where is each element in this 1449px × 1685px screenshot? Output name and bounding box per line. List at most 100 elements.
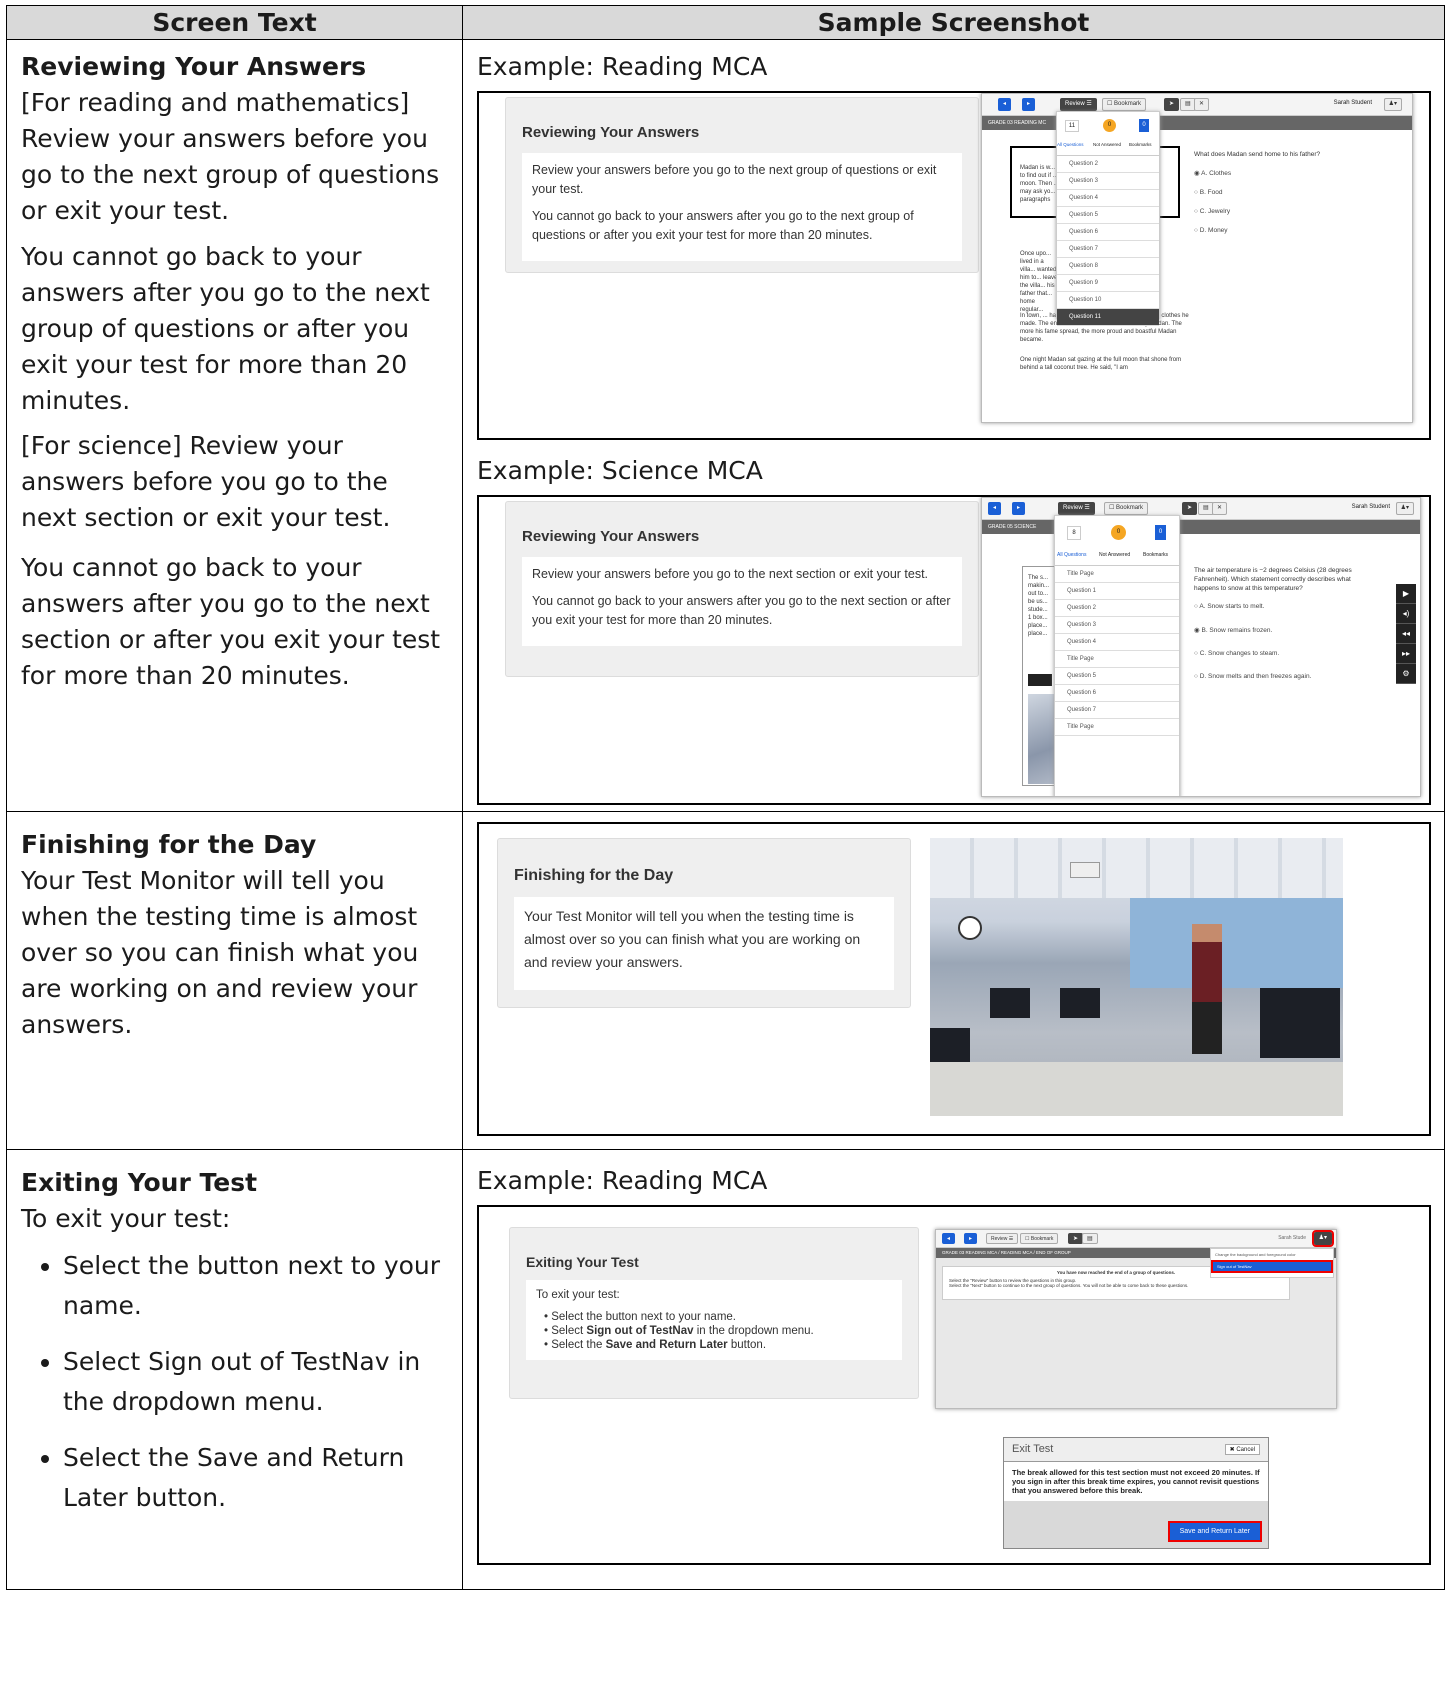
user-menu-button[interactable]: ♟▾ xyxy=(1311,1230,1335,1247)
review-list-item[interactable]: Title Page xyxy=(1055,719,1179,736)
review-list-item[interactable]: Title Page xyxy=(1055,651,1179,668)
review-button[interactable]: Review ☰ xyxy=(1058,502,1095,515)
paragraph: You cannot go back to your answers after… xyxy=(21,553,441,690)
pointer-icon[interactable]: ➤ xyxy=(1068,1233,1084,1244)
tab-bookmarks[interactable]: Bookmarks xyxy=(1143,552,1168,558)
finishing-panel: Finishing for the Day Your Test Monitor … xyxy=(497,838,911,1008)
tab-all-questions[interactable]: All Questions xyxy=(1057,552,1086,558)
review-list-item[interactable]: Question 8 xyxy=(1057,258,1159,275)
instruction-table: Screen Text Sample Screenshot Reviewing … xyxy=(6,5,1445,1590)
answer-option[interactable]: ○ A. Snow starts to melt. xyxy=(1194,603,1354,610)
end-of-group-text: Select the "Next" button to continue to … xyxy=(949,1283,1189,1288)
back-button[interactable]: ◂ xyxy=(942,1233,956,1244)
notes-icon[interactable]: ▤ xyxy=(1082,1233,1098,1244)
reviewing-panel: Reviewing Your Answers Review your answe… xyxy=(505,97,979,273)
classroom-photo xyxy=(930,838,1343,1116)
student-name: Sarah Student xyxy=(1351,504,1390,510)
paragraph: [For science] Review your answers before… xyxy=(21,431,391,532)
all-questions-count: 11 xyxy=(1065,120,1079,132)
review-list-item[interactable]: Question 7 xyxy=(1057,241,1159,258)
review-dropdown[interactable]: 8 0 0 All Questions Not Answered Bookmar… xyxy=(1054,515,1180,796)
answer-option[interactable]: ○ C. Jewelry xyxy=(1194,208,1394,215)
column-header-screen-text: Screen Text xyxy=(6,5,463,40)
review-list-item[interactable]: Question 4 xyxy=(1055,634,1179,651)
panel-body: Your Test Monitor will tell you when the… xyxy=(514,897,894,990)
testnav-screenshot: ◂ ▸ Review ☰ ☐ Bookmark ➤ ▤ Sarah Stude … xyxy=(935,1229,1337,1409)
exit-test-dialog: Exit Test ✖ Cancel The break allowed for… xyxy=(1003,1437,1269,1549)
review-dropdown-header: 8 0 0 All Questions Not Answered Bookmar… xyxy=(1055,516,1179,566)
play-icon[interactable]: ▶ xyxy=(1396,584,1416,604)
review-list-item[interactable]: Question 3 xyxy=(1055,617,1179,634)
cancel-button[interactable]: ✖ Cancel xyxy=(1224,1444,1260,1455)
panel-text: To exit your test: xyxy=(536,1289,620,1301)
next-button[interactable]: ▸ xyxy=(1012,502,1026,515)
passage-box-text: Madan is w... to find out if ... moon. T… xyxy=(1020,165,1059,203)
next-button[interactable]: ▸ xyxy=(964,1233,978,1244)
fast-forward-icon[interactable]: ▸▸ xyxy=(1396,644,1416,664)
rewind-icon[interactable]: ◂◂ xyxy=(1396,624,1416,644)
review-list-item[interactable]: Question 4 xyxy=(1057,190,1159,207)
gear-icon[interactable]: ⚙ xyxy=(1396,664,1416,684)
dialog-title: Exit Test xyxy=(1012,1443,1054,1455)
review-list-item[interactable]: Question 5 xyxy=(1055,668,1179,685)
dialog-header: Exit Test ✖ Cancel xyxy=(1004,1438,1268,1462)
tab-bookmarks[interactable]: Bookmarks xyxy=(1129,142,1152,147)
tab-all-questions[interactable]: All Questions xyxy=(1057,142,1084,147)
not-answered-icon: 0 xyxy=(1103,119,1116,132)
close-icon[interactable]: ✕ xyxy=(1194,98,1210,111)
review-list-item[interactable]: Question 1 xyxy=(1055,583,1179,600)
review-button[interactable]: Review ☰ xyxy=(986,1233,1019,1244)
exiting-text-cell: Exiting Your Test To exit your test: Sel… xyxy=(6,1149,463,1590)
bookmarks-icon: 0 xyxy=(1155,525,1166,540)
review-list-item[interactable]: Title Page xyxy=(1055,566,1179,583)
answer-option[interactable]: ◉ A. Clothes xyxy=(1194,169,1394,177)
column-header-sample-screenshot: Sample Screenshot xyxy=(462,5,1445,40)
review-list-item[interactable]: Question 9 xyxy=(1057,275,1159,292)
pointer-icon[interactable]: ➤ xyxy=(1182,502,1198,515)
panel-text: Your Test Monitor will tell you when the… xyxy=(524,908,861,970)
passage-text: The s... makin... out to... be us... stu… xyxy=(1028,575,1050,637)
review-list-item[interactable]: Question 11 xyxy=(1057,309,1159,326)
review-list-item[interactable]: Question 10 xyxy=(1057,292,1159,309)
speaker-icon[interactable]: ◂) xyxy=(1396,604,1416,624)
user-menu-button[interactable]: ♟▾ xyxy=(1383,98,1402,111)
menu-item-sign-out[interactable]: Sign out of TestNav xyxy=(1211,1260,1333,1273)
user-dropdown-menu[interactable]: Change the background and foreground col… xyxy=(1210,1248,1334,1278)
answer-option[interactable]: ○ D. Snow melts and then freezes again. xyxy=(1194,673,1354,680)
all-questions-count: 8 xyxy=(1067,526,1081,540)
grade-bar: GRADE 05 SCIENCE xyxy=(982,520,1420,534)
review-list-item[interactable]: Question 2 xyxy=(1055,600,1179,617)
review-list-item[interactable]: Question 7 xyxy=(1055,702,1179,719)
back-button[interactable]: ◂ xyxy=(988,502,1002,515)
tab-not-answered[interactable]: Not Answered xyxy=(1099,552,1130,558)
user-menu-button[interactable]: ♟▾ xyxy=(1395,502,1414,515)
window-panel xyxy=(1130,898,1343,988)
menu-item-change-color[interactable]: Change the background and foreground col… xyxy=(1211,1249,1333,1260)
review-dropdown[interactable]: 11 0 0 All Questions Not Answered Bookma… xyxy=(1056,111,1160,326)
review-list-item[interactable]: Question 6 xyxy=(1057,224,1159,241)
review-list-item[interactable]: Question 6 xyxy=(1055,685,1179,702)
panel-bullet: • Select the Save and Return Later butto… xyxy=(544,1339,767,1351)
review-list-item[interactable]: Question 3 xyxy=(1057,173,1159,190)
answer-option[interactable]: ◉ B. Snow remains frozen. xyxy=(1194,626,1354,634)
bookmark-button[interactable]: ☐ Bookmark xyxy=(1020,1233,1059,1244)
paragraph: [For reading and mathematics] Review you… xyxy=(21,88,440,225)
example-label: Example: Reading MCA xyxy=(477,1166,768,1195)
next-button[interactable]: ▸ xyxy=(1022,98,1036,111)
answer-option[interactable]: ○ D. Money xyxy=(1194,227,1394,234)
save-and-return-later-button[interactable]: Save and Return Later xyxy=(1167,1521,1263,1542)
projector xyxy=(1070,862,1100,878)
bookmark-button[interactable]: ☐ Bookmark xyxy=(1102,98,1147,111)
answer-option[interactable]: ○ C. Snow changes to steam. xyxy=(1194,650,1354,657)
close-icon[interactable]: ✕ xyxy=(1212,502,1228,515)
bookmark-button[interactable]: ☐ Bookmark xyxy=(1104,502,1149,515)
tab-not-answered[interactable]: Not Answered xyxy=(1093,142,1121,147)
review-button[interactable]: Review ☰ xyxy=(1060,98,1097,111)
student-name: Sarah Student xyxy=(1333,100,1372,106)
pointer-icon[interactable]: ➤ xyxy=(1164,98,1180,111)
review-list-item[interactable]: Question 2 xyxy=(1057,156,1159,173)
answer-option[interactable]: ○ B. Food xyxy=(1194,189,1394,196)
testnav-screenshot: ◂ ▸ Review ☰ ☐ Bookmark ➤ ▤ ✕ Sarah Stud… xyxy=(981,497,1421,797)
review-list-item[interactable]: Question 5 xyxy=(1057,207,1159,224)
back-button[interactable]: ◂ xyxy=(998,98,1012,111)
